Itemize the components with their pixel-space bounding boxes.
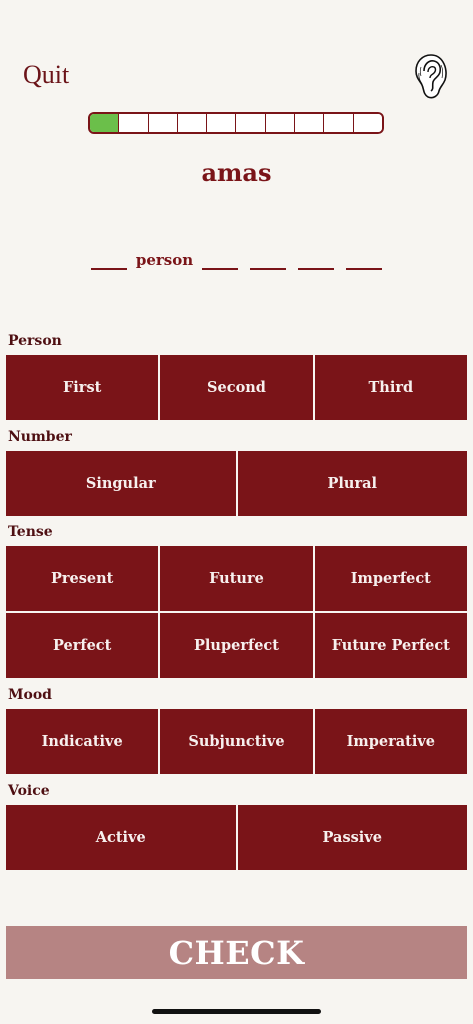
- ear-icon[interactable]: [414, 53, 448, 99]
- progress-segment: [207, 114, 237, 132]
- section-label-voice: Voice: [8, 783, 50, 799]
- number-options: Singular Plural: [6, 451, 467, 516]
- mood-options: Indicative Subjunctive Imperative: [6, 709, 467, 774]
- progress-segment: [236, 114, 266, 132]
- option-subjunctive[interactable]: Subjunctive: [160, 709, 313, 774]
- option-future-perfect[interactable]: Future Perfect: [314, 613, 467, 678]
- option-singular[interactable]: Singular: [6, 451, 236, 516]
- option-active[interactable]: Active: [6, 805, 236, 870]
- section-label-person: Person: [8, 333, 62, 349]
- tense-blank: [250, 250, 287, 270]
- progress-segment: [177, 114, 208, 132]
- progress-segment: [295, 114, 325, 132]
- section-label-number: Number: [8, 429, 72, 445]
- option-imperative[interactable]: Imperative: [314, 709, 467, 774]
- option-present[interactable]: Present: [6, 546, 159, 611]
- quit-button[interactable]: Quit: [23, 60, 69, 90]
- section-label-tense: Tense: [8, 524, 53, 540]
- option-first[interactable]: First: [6, 355, 159, 420]
- progress-segment: [148, 114, 178, 132]
- answer-line: person: [0, 250, 473, 270]
- option-indicative[interactable]: Indicative: [6, 709, 159, 774]
- tense-options-row-1: Present Future Imperfect: [6, 546, 467, 611]
- person-blank: [90, 250, 127, 270]
- number-blank: [202, 250, 239, 270]
- check-button[interactable]: CHECK: [6, 926, 467, 979]
- home-indicator[interactable]: [152, 1009, 321, 1014]
- option-plural[interactable]: Plural: [237, 451, 467, 516]
- option-second[interactable]: Second: [160, 355, 313, 420]
- progress-segment: [265, 114, 296, 132]
- progress-segment: [90, 114, 120, 132]
- voice-options: Active Passive: [6, 805, 467, 870]
- target-word: amas: [201, 158, 272, 187]
- person-slot-label: person: [135, 251, 194, 269]
- voice-blank: [346, 250, 383, 270]
- progress-bar: [88, 112, 384, 134]
- progress-segment: [119, 114, 149, 132]
- option-future[interactable]: Future: [160, 546, 313, 611]
- section-label-mood: Mood: [8, 687, 52, 703]
- progress-segment: [353, 114, 382, 132]
- person-options: First Second Third: [6, 355, 467, 420]
- tense-options-row-2: Perfect Pluperfect Future Perfect: [6, 613, 467, 678]
- option-perfect[interactable]: Perfect: [6, 613, 159, 678]
- option-imperfect[interactable]: Imperfect: [314, 546, 467, 611]
- progress-segment: [324, 114, 354, 132]
- option-passive[interactable]: Passive: [237, 805, 467, 870]
- mood-blank: [298, 250, 335, 270]
- option-third[interactable]: Third: [314, 355, 467, 420]
- option-pluperfect[interactable]: Pluperfect: [160, 613, 313, 678]
